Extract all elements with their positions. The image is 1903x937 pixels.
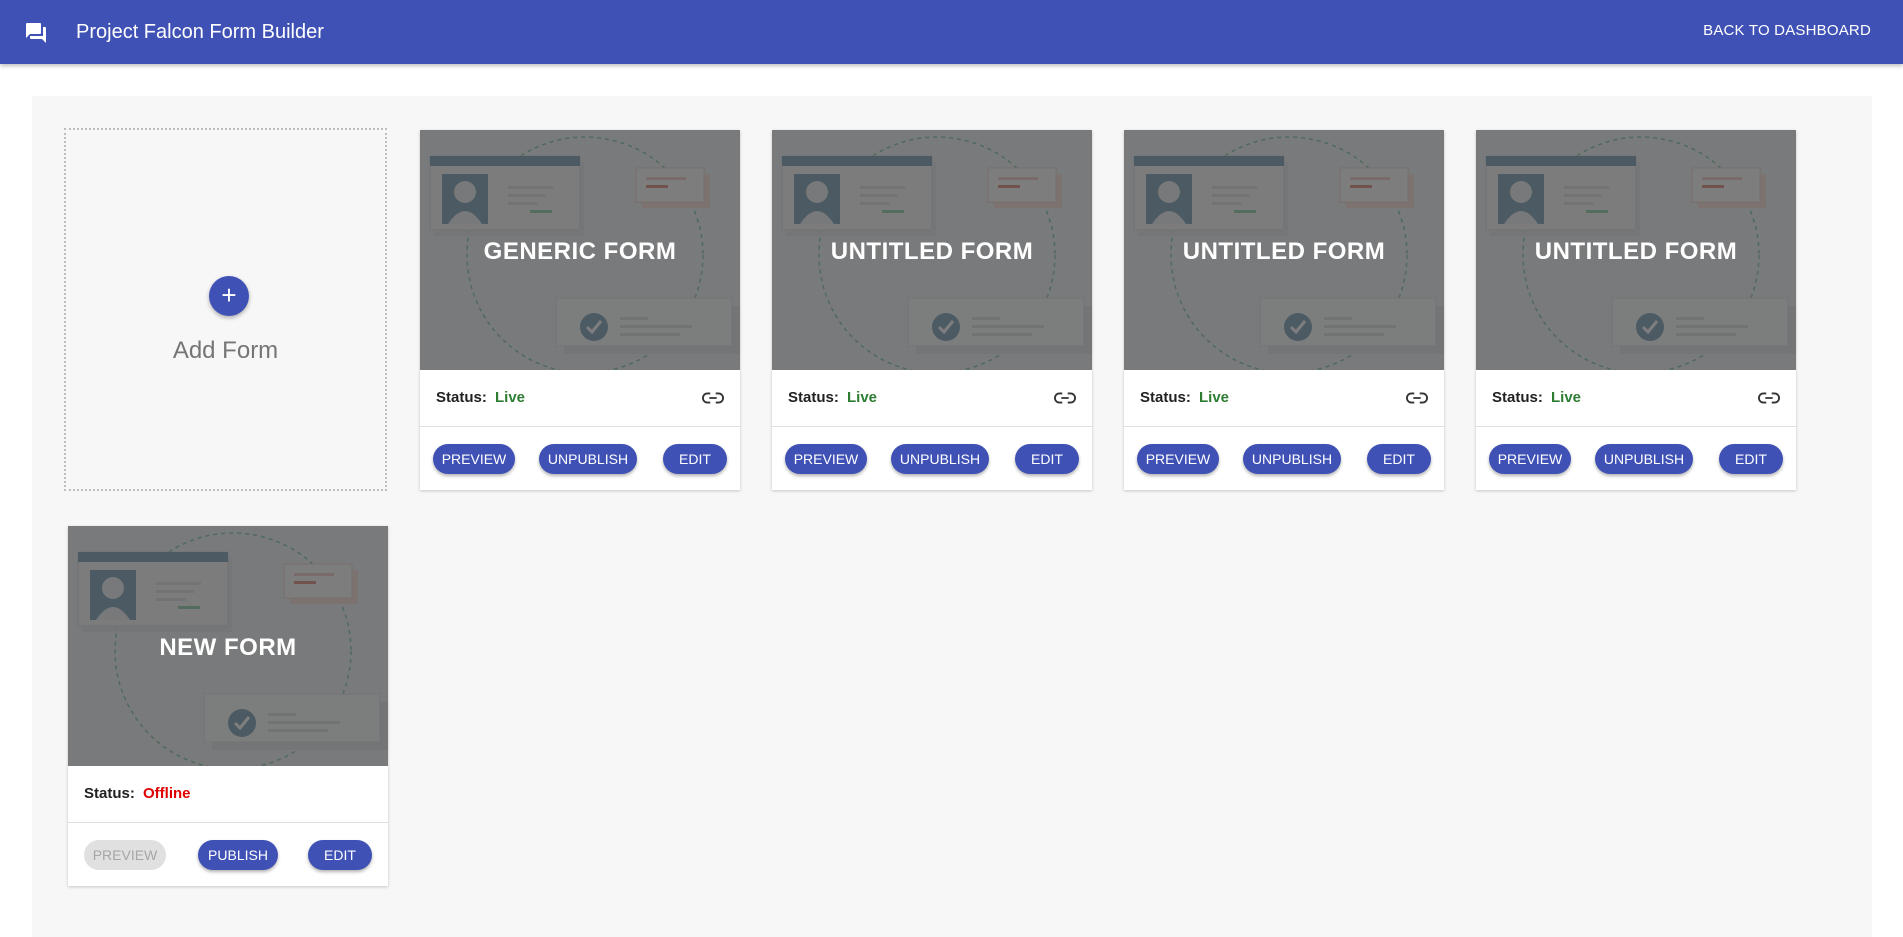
edit-button[interactable]: EDIT	[308, 840, 372, 870]
link-icon[interactable]	[702, 390, 724, 406]
status-value: Live	[495, 389, 526, 406]
preview-button[interactable]: PREVIEW	[1489, 444, 1571, 474]
status-row: Status: Live	[1476, 370, 1796, 427]
form-card: GENERIC FORM Status: Live PREVIEW UNPUBLI…	[420, 130, 740, 490]
status-label: Status:	[1140, 389, 1191, 406]
link-icon[interactable]	[1054, 390, 1076, 406]
form-thumbnail[interactable]: GENERIC FORM	[420, 130, 740, 370]
unpublish-button[interactable]: UNPUBLISH	[891, 444, 989, 474]
status-value: Offline	[143, 785, 191, 802]
link-icon[interactable]	[1758, 390, 1780, 406]
add-form-label: Add Form	[172, 337, 279, 364]
status-row: Status: Live	[772, 370, 1092, 427]
card-actions: PREVIEW UNPUBLISH EDIT	[1476, 427, 1796, 490]
edit-button[interactable]: EDIT	[1719, 444, 1783, 474]
add-form-card[interactable]: + Add Form	[64, 128, 387, 491]
status-label: Status:	[436, 389, 487, 406]
form-name: UNTITLED FORM	[1182, 238, 1386, 265]
forms-grid: + Add Form GENERIC FORM Status: Live PRE…	[32, 96, 1872, 937]
form-thumbnail[interactable]: NEW FORM	[68, 526, 388, 766]
form-card: NEW FORM Status: Offline PREVIEW PUBLISH E…	[68, 526, 388, 886]
app-bar: Project Falcon Form Builder BACK TO DASH…	[0, 0, 1903, 64]
status-value: Live	[847, 389, 878, 406]
forum-icon[interactable]	[24, 21, 48, 45]
form-name: NEW FORM	[159, 634, 297, 661]
card-actions: PREVIEW UNPUBLISH EDIT	[772, 427, 1092, 490]
status-row: Status: Live	[1124, 370, 1444, 427]
form-card: UNTITLED FORM Status: Live PREVIEW UNPUBL…	[1476, 130, 1796, 490]
form-card: UNTITLED FORM Status: Live PREVIEW UNPUBL…	[1124, 130, 1444, 490]
edit-button[interactable]: EDIT	[1015, 444, 1079, 474]
edit-button[interactable]: EDIT	[1367, 444, 1431, 474]
edit-button[interactable]: EDIT	[663, 444, 727, 474]
status-row: Status: Offline	[68, 766, 388, 823]
publish-button[interactable]: PUBLISH	[198, 840, 278, 870]
status-value: Live	[1199, 389, 1230, 406]
unpublish-button[interactable]: UNPUBLISH	[1243, 444, 1341, 474]
form-name: UNTITLED FORM	[830, 238, 1034, 265]
status-label: Status:	[1492, 389, 1543, 406]
preview-button: PREVIEW	[84, 840, 166, 870]
card-actions: PREVIEW UNPUBLISH EDIT	[420, 427, 740, 490]
form-thumbnail[interactable]: UNTITLED FORM	[1124, 130, 1444, 370]
add-form-button[interactable]: +	[209, 276, 249, 316]
preview-button[interactable]: PREVIEW	[1137, 444, 1219, 474]
card-actions: PREVIEW UNPUBLISH EDIT	[1124, 427, 1444, 490]
unpublish-button[interactable]: UNPUBLISH	[539, 444, 637, 474]
form-thumbnail[interactable]: UNTITLED FORM	[772, 130, 1092, 370]
status-value: Live	[1551, 389, 1582, 406]
form-card: UNTITLED FORM Status: Live PREVIEW UNPUBL…	[772, 130, 1092, 490]
preview-button[interactable]: PREVIEW	[433, 444, 515, 474]
link-icon[interactable]	[1406, 390, 1428, 406]
unpublish-button[interactable]: UNPUBLISH	[1595, 444, 1693, 474]
form-name: GENERIC FORM	[483, 238, 677, 265]
card-actions: PREVIEW PUBLISH EDIT	[68, 823, 388, 886]
status-label: Status:	[788, 389, 839, 406]
status-label: Status:	[84, 785, 135, 802]
form-name: UNTITLED FORM	[1534, 238, 1738, 265]
preview-button[interactable]: PREVIEW	[785, 444, 867, 474]
form-thumbnail[interactable]: UNTITLED FORM	[1476, 130, 1796, 370]
status-row: Status: Live	[420, 370, 740, 427]
back-to-dashboard-button[interactable]: BACK TO DASHBOARD	[1703, 22, 1871, 39]
app-title: Project Falcon Form Builder	[76, 21, 324, 43]
